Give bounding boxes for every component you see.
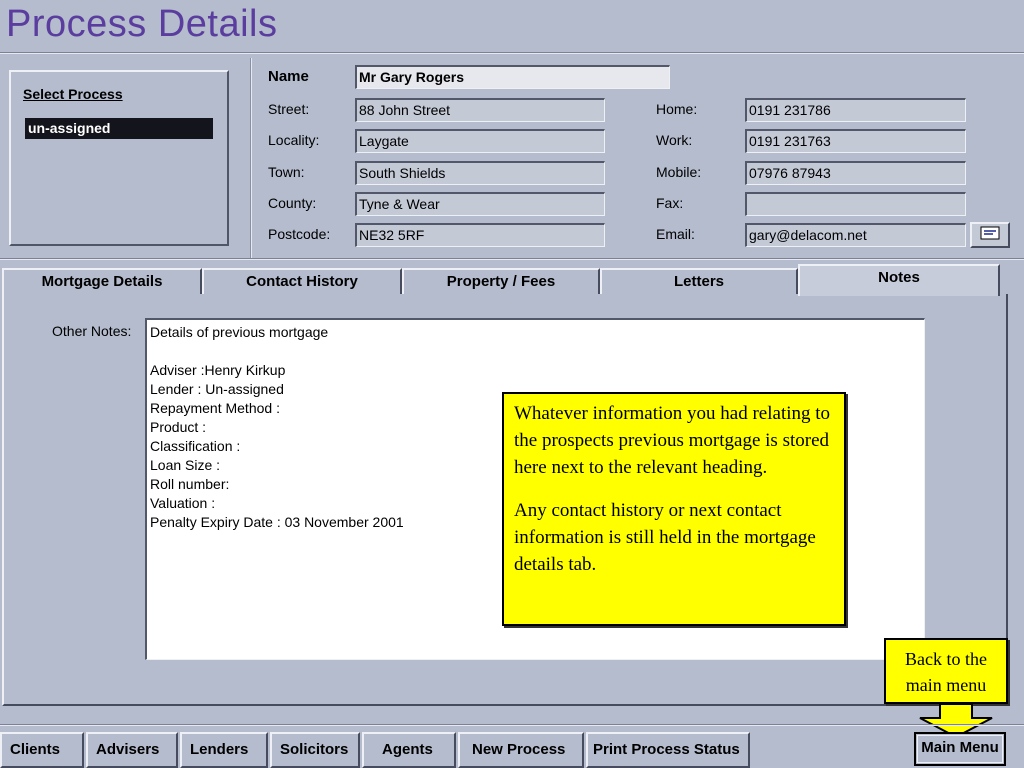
lenders-button[interactable]: Lenders <box>180 732 268 768</box>
agents-button[interactable]: Agents <box>362 732 456 768</box>
county-field[interactable]: Tyne & Wear <box>355 192 605 216</box>
postcode-field[interactable]: NE32 5RF <box>355 223 605 247</box>
work-phone-field[interactable]: 0191 231763 <box>745 129 966 153</box>
email-field[interactable]: gary@delacom.net <box>745 223 966 247</box>
county-label: County: <box>268 195 317 211</box>
info-callout-paragraph-1: Whatever information you had relating to… <box>514 403 831 478</box>
tab-notes[interactable]: Notes <box>798 264 1000 296</box>
home-phone-label: Home: <box>656 101 698 117</box>
send-email-button[interactable] <box>970 222 1010 248</box>
town-field[interactable]: South Shields <box>355 161 605 185</box>
town-label: Town: <box>268 164 305 180</box>
process-list-item[interactable]: un-assigned <box>25 118 213 139</box>
tab-letters[interactable]: Letters <box>600 268 798 294</box>
tab-property-fees[interactable]: Property / Fees <box>402 268 600 294</box>
info-callout: Whatever information you had relating to… <box>502 392 846 626</box>
postcode-label: Postcode: <box>268 226 331 242</box>
locality-field[interactable]: Laygate <box>355 129 605 153</box>
mobile-field[interactable]: 07976 87943 <box>745 161 966 185</box>
select-process-panel: Select Process un-assigned <box>9 70 229 246</box>
name-label: Name <box>268 68 309 85</box>
title-divider <box>0 52 1024 54</box>
fax-label: Fax: <box>656 195 684 211</box>
back-callout: Back to the main menu <box>884 638 1008 704</box>
select-process-title: Select Process <box>23 86 123 102</box>
header-divider <box>0 258 1024 260</box>
panel-divider <box>250 58 252 258</box>
tab-mortgage-details[interactable]: Mortgage Details <box>2 268 202 294</box>
info-callout-paragraph-2: Any contact history or next contact info… <box>514 500 816 575</box>
envelope-icon <box>980 226 1000 245</box>
work-phone-label: Work: <box>656 132 693 148</box>
page-title: Process Details <box>6 3 278 45</box>
home-phone-field[interactable]: 0191 231786 <box>745 98 966 122</box>
locality-label: Locality: <box>268 132 320 148</box>
tab-contact-history[interactable]: Contact History <box>202 268 402 294</box>
print-process-status-button[interactable]: Print Process Status <box>586 732 750 768</box>
new-process-button[interactable]: New Process <box>458 732 584 768</box>
footer-divider <box>0 724 1024 726</box>
other-notes-label: Other Notes: <box>52 323 132 339</box>
clients-button[interactable]: Clients <box>0 732 84 768</box>
main-menu-button[interactable]: Main Menu <box>914 732 1006 766</box>
mobile-label: Mobile: <box>656 164 702 180</box>
name-field[interactable]: Mr Gary Rogers <box>355 65 670 89</box>
email-label: Email: <box>656 226 695 242</box>
street-field[interactable]: 88 John Street <box>355 98 605 122</box>
advisers-button[interactable]: Advisers <box>86 732 178 768</box>
solicitors-button[interactable]: Solicitors <box>270 732 360 768</box>
street-label: Street: <box>268 101 310 117</box>
fax-field[interactable] <box>745 192 966 216</box>
